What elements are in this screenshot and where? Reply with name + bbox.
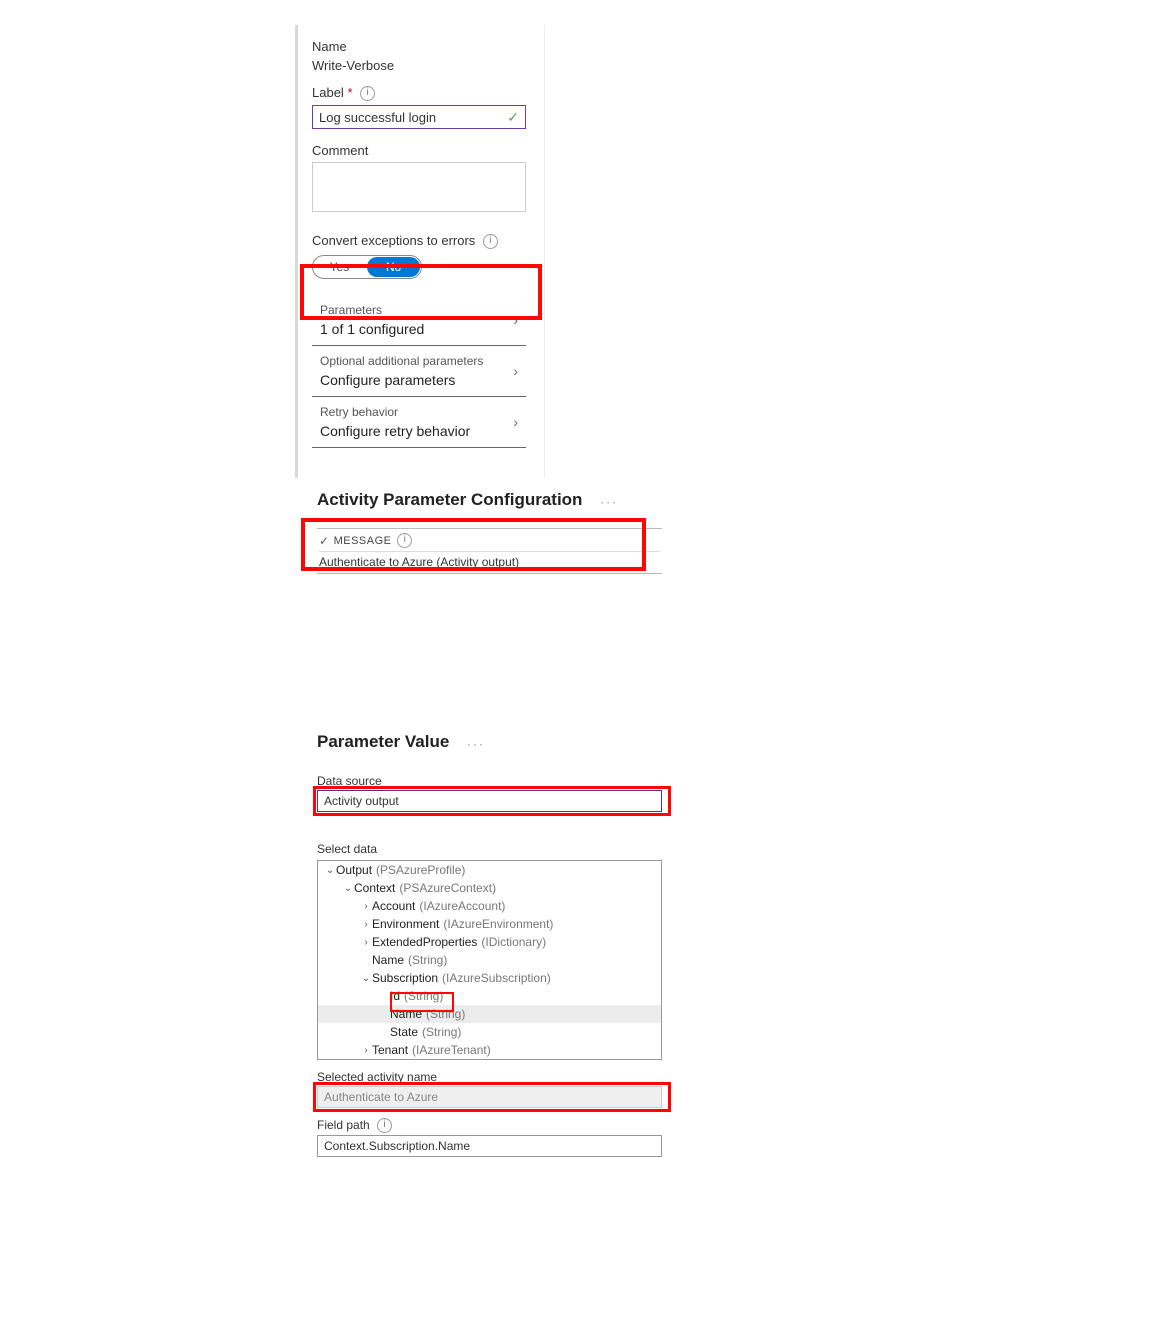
tree-node-name: Subscription [372,971,438,985]
required-asterisk: * [347,85,352,100]
select-data-label: Select data [317,842,662,856]
tree-node-name: Name [390,1007,422,1021]
select-data-tree[interactable]: ⌄Output(PSAzureProfile)⌄Context(PSAzureC… [317,860,662,1060]
info-icon[interactable]: i [360,86,375,101]
comment-label: Comment [312,143,544,158]
tree-row-account[interactable]: ›Account (IAzureAccount) [318,897,661,915]
toggle-no[interactable]: No [367,257,420,277]
ellipsis-icon[interactable]: ··· [600,495,618,509]
panel-title: Parameter Value [317,732,449,751]
tree-node-name: State [390,1025,418,1039]
tree-node-name: Context [354,881,395,895]
tree-node-type: (String) [408,953,447,967]
tree-node-type: (IDictionary) [481,935,546,949]
info-icon[interactable]: i [397,533,412,548]
toggle-yes[interactable]: Yes [313,260,366,274]
tree-row-extendedproperties[interactable]: ›ExtendedProperties (IDictionary) [318,933,661,951]
tree-row-context[interactable]: ⌄Context (PSAzureContext) [318,879,661,897]
chevron-right-icon[interactable]: › [360,901,372,912]
tree-row-id[interactable]: Id (String) [318,987,661,1005]
comment-input[interactable] [312,162,526,212]
selected-activity-input: Authenticate to Azure [317,1086,662,1108]
chevron-right-icon[interactable]: › [360,1045,372,1056]
optional-params-value: Configure parameters [320,372,518,388]
tree-node-name: Tenant [372,1043,408,1057]
retry-behavior-item[interactable]: Retry behavior Configure retry behavior … [312,397,526,448]
info-icon[interactable]: i [377,1118,392,1133]
selected-activity-label: Selected activity name [317,1070,662,1084]
tree-node-name: ExtendedProperties [372,935,477,949]
tree-node-type: (PSAzureContext) [399,881,496,895]
tree-row-name[interactable]: Name (String) [318,1005,661,1023]
message-header: ✓ MESSAGE i [319,533,660,552]
info-icon[interactable]: i [483,234,498,249]
retry-behavior-value: Configure retry behavior [320,423,518,439]
field-path-label: Field path i [317,1118,662,1133]
parameter-value-panel: Parameter Value ··· Data source Activity… [317,732,662,1157]
message-value: Authenticate to Azure (Activity output) [319,555,660,569]
label-field-label: Label * i [312,85,544,101]
chevron-right-icon: › [513,414,518,430]
ellipsis-icon[interactable]: ··· [467,737,485,751]
chevron-right-icon[interactable]: › [360,919,372,930]
parameters-value: 1 of 1 configured [320,321,518,337]
check-icon: ✓ [319,534,330,548]
retry-behavior-label: Retry behavior [320,405,518,419]
tree-row-environment[interactable]: ›Environment (IAzureEnvironment) [318,915,661,933]
tree-node-type: (PSAzureProfile) [376,863,465,877]
field-path-value: Context.Subscription.Name [324,1139,470,1153]
check-icon: ✓ [507,109,519,126]
tree-node-name: Account [372,899,415,913]
data-source-input[interactable]: Activity output [317,790,662,812]
data-source-value: Activity output [324,794,399,808]
convert-label-text: Convert exceptions to errors [312,233,475,248]
tree-node-name: Output [336,863,372,877]
message-block[interactable]: ✓ MESSAGE i Authenticate to Azure (Activ… [317,528,662,574]
chevron-right-icon[interactable]: › [360,937,372,948]
tree-node-type: (String) [422,1025,461,1039]
tree-node-name: Name [372,953,404,967]
tree-node-type: (String) [426,1007,465,1021]
field-path-input[interactable]: Context.Subscription.Name [317,1135,662,1157]
tree-node-name: Environment [372,917,439,931]
tree-row-output[interactable]: ⌄Output (PSAzureProfile) [318,861,661,879]
chevron-right-icon: › [513,312,518,328]
tree-node-type: (IAzureTenant) [412,1043,491,1057]
chevron-down-icon[interactable]: ⌄ [360,973,372,984]
tree-row-subscription[interactable]: ⌄Subscription (IAzureSubscription) [318,969,661,987]
parameters-item[interactable]: Parameters 1 of 1 configured › [312,295,526,346]
label-input-value: Log successful login [319,110,507,125]
name-value: Write-Verbose [312,58,544,73]
tree-row-name[interactable]: Name (String) [318,951,661,969]
tree-node-type: (IAzureEnvironment) [443,917,553,931]
tree-row-tenant[interactable]: ›Tenant (IAzureTenant) [318,1041,661,1059]
tree-node-type: (String) [404,989,443,1003]
label-text: Label [312,85,344,100]
message-header-text: MESSAGE [334,535,392,547]
optional-params-label: Optional additional parameters [320,354,518,368]
activity-config-panel: Name Write-Verbose Label * i Log success… [295,25,545,478]
tree-node-type: (IAzureSubscription) [442,971,551,985]
tree-node-name: Id [390,989,400,1003]
field-path-label-text: Field path [317,1118,370,1132]
chevron-right-icon: › [513,363,518,379]
convert-label: Convert exceptions to errors i [312,233,544,249]
selected-activity-value: Authenticate to Azure [324,1090,438,1104]
tree-row-state[interactable]: State (String) [318,1023,661,1041]
chevron-down-icon[interactable]: ⌄ [324,865,336,876]
label-input[interactable]: Log successful login ✓ [312,105,526,129]
convert-toggle[interactable]: Yes No [312,255,422,279]
panel-title: Activity Parameter Configuration [317,490,582,509]
parameters-label: Parameters [320,303,518,317]
name-label: Name [312,39,544,54]
data-source-label: Data source [317,774,662,788]
activity-parameter-config-panel: Activity Parameter Configuration ··· ✓ M… [317,490,662,574]
tree-node-type: (IAzureAccount) [419,899,505,913]
chevron-down-icon[interactable]: ⌄ [342,883,354,894]
optional-params-item[interactable]: Optional additional parameters Configure… [312,346,526,397]
